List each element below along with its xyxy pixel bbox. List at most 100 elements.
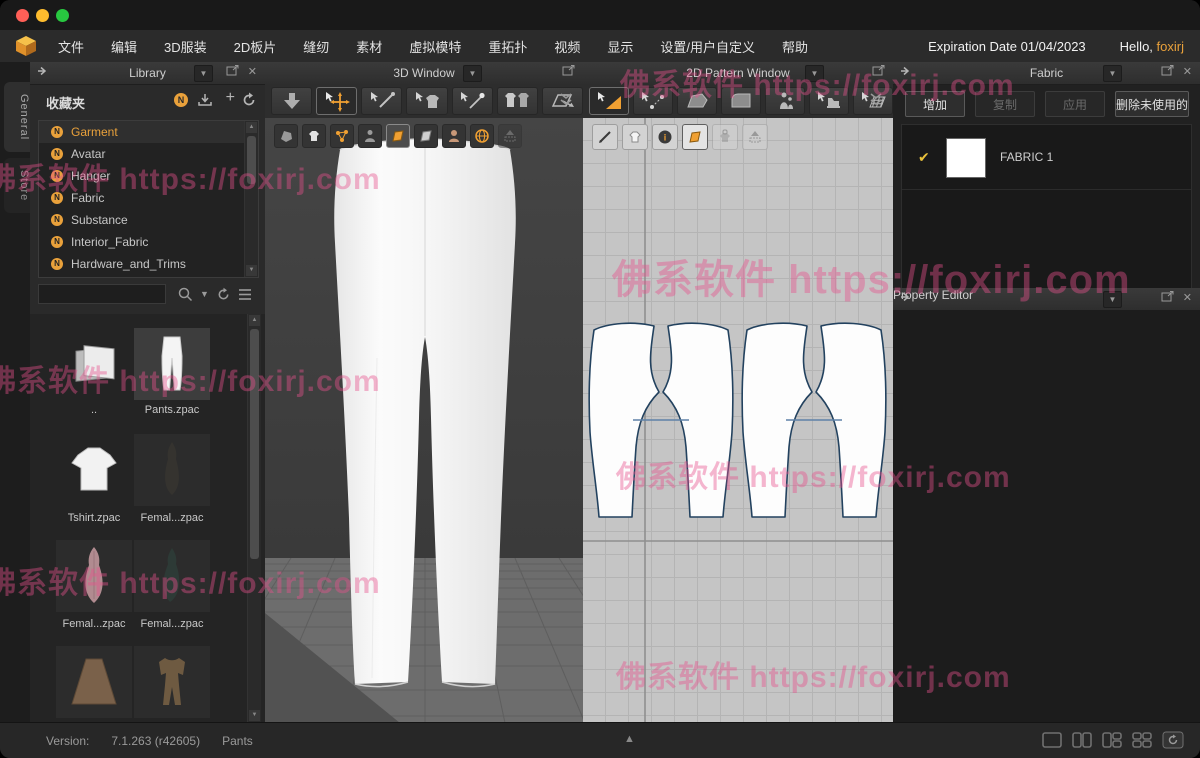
list-view-icon[interactable] bbox=[237, 287, 253, 307]
layout-single-icon[interactable] bbox=[1042, 732, 1062, 753]
library-item-skirt[interactable] bbox=[56, 646, 132, 718]
scroll-thumb[interactable] bbox=[247, 136, 256, 184]
menu-item-sewing[interactable]: 缝纫 bbox=[303, 37, 329, 56]
minimize-traffic-light[interactable] bbox=[36, 9, 49, 22]
scroll-up-icon[interactable]: ▲ bbox=[246, 122, 257, 133]
show-garment-select-icon[interactable] bbox=[302, 124, 326, 148]
tool-polygon-icon[interactable] bbox=[677, 87, 717, 115]
menu-item-file[interactable]: 文件 bbox=[58, 37, 84, 56]
3d-window-menu-dropdown[interactable]: ▼ bbox=[463, 65, 482, 82]
tab-general[interactable]: General bbox=[4, 82, 30, 152]
search-input[interactable] bbox=[38, 284, 166, 304]
scroll-down-icon[interactable]: ▼ bbox=[249, 710, 260, 721]
fabric-swatch[interactable] bbox=[946, 138, 986, 178]
layout-reset-icon[interactable] bbox=[1162, 731, 1184, 754]
tool-print-layout-avatar-icon[interactable] bbox=[765, 87, 805, 115]
reload-icon[interactable] bbox=[216, 287, 231, 307]
export-grid-icon[interactable] bbox=[498, 124, 522, 148]
tree-item-garment[interactable]: NGarment bbox=[39, 121, 258, 143]
menu-item-video[interactable]: 视频 bbox=[554, 37, 580, 56]
menu-item-settings[interactable]: 设置/用户自定义 bbox=[660, 37, 755, 56]
close-icon[interactable]: ✕ bbox=[1183, 291, 1192, 306]
close-icon[interactable]: ✕ bbox=[1183, 65, 1192, 80]
menu-item-help[interactable]: 帮助 bbox=[782, 37, 808, 56]
popout-icon[interactable] bbox=[1161, 291, 1174, 307]
fabric-copy-button[interactable]: 复制 bbox=[975, 91, 1035, 117]
search-filter-dropdown-icon[interactable]: ▼ bbox=[200, 289, 209, 299]
menu-item-2d-pattern[interactable]: 2D板片 bbox=[234, 37, 277, 56]
show-3d-garment-icon[interactable] bbox=[274, 124, 298, 148]
library-menu-dropdown[interactable]: ▼ bbox=[194, 65, 213, 82]
menu-item-material[interactable]: 素材 bbox=[356, 37, 382, 56]
show-avatar-icon[interactable] bbox=[358, 124, 382, 148]
statusbar-expand-icon[interactable]: ▲ bbox=[624, 733, 635, 745]
library-type-icon[interactable]: N bbox=[173, 92, 189, 113]
menu-item-display[interactable]: 显示 bbox=[607, 37, 633, 56]
fabric-apply-button[interactable]: 应用 bbox=[1045, 91, 1105, 117]
tree-item-avatar[interactable]: NAvatar bbox=[39, 143, 258, 165]
show-avatar-skin-icon[interactable] bbox=[442, 124, 466, 148]
zoom-traffic-light[interactable] bbox=[56, 9, 69, 22]
search-icon[interactable] bbox=[178, 287, 193, 307]
close-icon[interactable]: ✕ bbox=[248, 65, 257, 80]
2d-window-menu-dropdown[interactable]: ▼ bbox=[805, 65, 824, 82]
show-globe-icon[interactable] bbox=[470, 124, 494, 148]
menu-item-3d-garment[interactable]: 3D服装 bbox=[164, 37, 207, 56]
toolbar-collapse-chevron-icon[interactable] bbox=[867, 92, 885, 112]
show-pattern-alt-icon[interactable] bbox=[414, 124, 438, 148]
scroll-down-icon[interactable]: ▼ bbox=[246, 265, 257, 276]
tree-item-hardware-and-trims[interactable]: NHardware_and_Trims bbox=[39, 253, 258, 275]
scroll-thumb[interactable] bbox=[250, 329, 259, 559]
show-pattern-info-icon[interactable]: i bbox=[652, 124, 678, 150]
tool-gizmo-icon[interactable] bbox=[271, 87, 312, 115]
add-folder-icon[interactable]: + bbox=[226, 89, 235, 107]
tab-store[interactable]: Store bbox=[4, 158, 30, 213]
show-garment-2d-icon[interactable] bbox=[622, 124, 648, 150]
fabric-list-item[interactable]: ✔ FABRIC 1 bbox=[902, 125, 1191, 190]
lock-pattern-icon[interactable] bbox=[712, 124, 738, 150]
username-link[interactable]: foxirj bbox=[1157, 39, 1184, 54]
library-item-parent-folder[interactable] bbox=[56, 328, 132, 400]
library-item-female-dress-3[interactable] bbox=[134, 540, 210, 612]
show-base-size-icon[interactable] bbox=[742, 124, 768, 150]
2d-pattern-canvas[interactable]: i bbox=[583, 118, 893, 722]
show-seamline-icon[interactable] bbox=[592, 124, 618, 150]
show-pattern-fill-icon[interactable] bbox=[682, 124, 708, 150]
fabric-delete-unused-button[interactable]: 删除未使用的 bbox=[1115, 91, 1189, 117]
property-editor-menu-dropdown[interactable]: ▼ bbox=[1103, 291, 1122, 308]
menu-item-avatar[interactable]: 虚拟模特 bbox=[409, 37, 461, 56]
scroll-up-icon[interactable]: ▲ bbox=[249, 315, 260, 326]
tool-select-brush-icon[interactable] bbox=[361, 87, 402, 115]
tree-scrollbar[interactable]: ▲ ▼ bbox=[244, 121, 258, 277]
dock-arrow-icon[interactable] bbox=[899, 291, 911, 308]
library-item-female-dress-1[interactable] bbox=[134, 434, 210, 506]
tool-select-move-icon[interactable] bbox=[316, 87, 357, 115]
tree-item-fabric[interactable]: NFabric bbox=[39, 187, 258, 209]
library-item-tshirt[interactable] bbox=[56, 434, 132, 506]
popout-icon[interactable] bbox=[872, 65, 885, 81]
tool-select-garment-icon[interactable] bbox=[406, 87, 447, 115]
thumbnails-scrollbar[interactable]: ▲ ▼ bbox=[247, 314, 261, 722]
tool-transform-pattern-icon[interactable] bbox=[589, 87, 629, 115]
menu-item-edit[interactable]: 编辑 bbox=[111, 37, 137, 56]
library-item-female-dress-2[interactable] bbox=[56, 540, 132, 612]
tree-item-substance[interactable]: NSubstance bbox=[39, 209, 258, 231]
tree-item-interior-fabric[interactable]: NInterior_Fabric bbox=[39, 231, 258, 253]
close-traffic-light[interactable] bbox=[16, 9, 29, 22]
tool-pin-icon[interactable] bbox=[452, 87, 493, 115]
tool-fold-garment-icon[interactable] bbox=[497, 87, 538, 115]
tool-rectangle-icon[interactable] bbox=[721, 87, 761, 115]
download-icon[interactable] bbox=[197, 92, 213, 113]
library-item-jumpsuit[interactable] bbox=[134, 646, 210, 718]
popout-icon[interactable] bbox=[562, 65, 575, 81]
3d-viewport[interactable] bbox=[265, 118, 583, 722]
show-pattern-icon[interactable] bbox=[386, 124, 410, 148]
library-item-pants[interactable] bbox=[134, 328, 210, 400]
popout-icon[interactable] bbox=[226, 65, 239, 81]
fabric-add-button[interactable]: 增加 bbox=[905, 91, 965, 117]
layout-two-column-icon[interactable] bbox=[1072, 732, 1092, 753]
tool-sewing-icon[interactable] bbox=[809, 87, 849, 115]
layout-mixed-icon[interactable] bbox=[1102, 732, 1122, 753]
popout-icon[interactable] bbox=[1161, 65, 1174, 81]
tool-edit-pattern-icon[interactable] bbox=[633, 87, 673, 115]
